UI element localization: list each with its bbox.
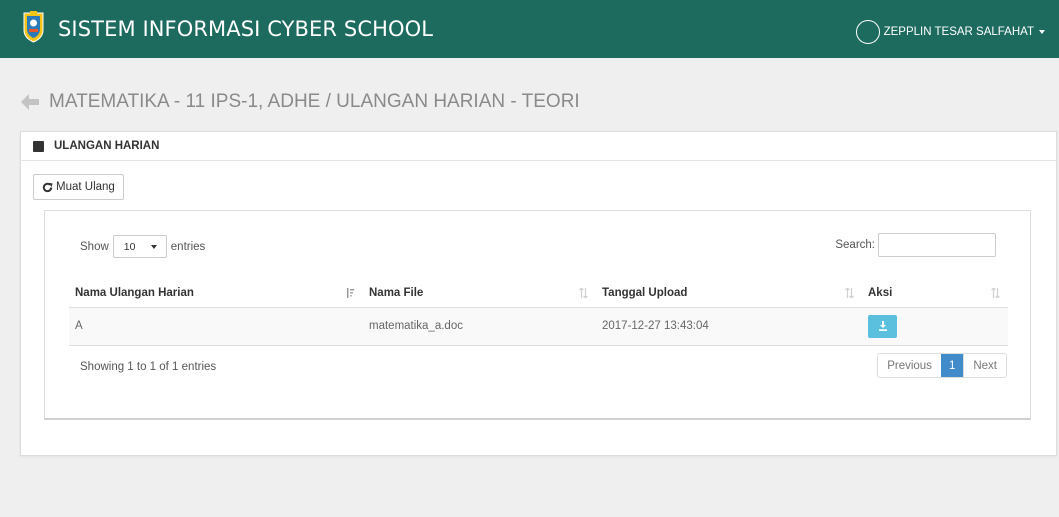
entries-select[interactable]: 10 <box>112 235 167 258</box>
search-control: Search: <box>835 233 996 257</box>
pagination-previous[interactable]: Previous <box>878 354 941 377</box>
caret-down-icon <box>1039 30 1045 34</box>
sort-both-icon <box>579 288 588 298</box>
entries-label: entries <box>170 240 206 253</box>
school-crest-icon <box>23 11 44 43</box>
column-header-nama-file[interactable]: Nama File <box>363 279 596 308</box>
sort-asc-icon <box>347 288 354 298</box>
table-row: A matematika_a.doc 2017-12-27 13:43:04 <box>69 307 1008 346</box>
length-control: Show 10 entries <box>80 235 205 258</box>
download-icon <box>878 321 887 331</box>
book-icon <box>33 140 44 152</box>
column-header-nama-ulangan[interactable]: Nama Ulangan Harian <box>69 279 363 308</box>
app-title: SISTEM INFORMASI CYBER SCHOOL <box>58 17 434 41</box>
datatable-wrapper: Show 10 entries Search: Nama Ulangan Har… <box>44 210 1031 420</box>
column-header-label: Nama Ulangan Harian <box>75 286 194 299</box>
portlet-title: ULANGAN HARIAN <box>54 140 160 152</box>
column-header-aksi[interactable]: Aksi <box>862 279 1008 308</box>
portlet-header: ULANGAN HARIAN <box>21 132 1056 161</box>
cell-nama-ulangan: A <box>69 307 363 346</box>
search-input[interactable] <box>878 233 996 257</box>
cell-aksi <box>862 307 1008 346</box>
user-menu[interactable]: ZEPPLIN TESAR SALFAHAT <box>855 20 1045 44</box>
portlet-ulangan-harian: ULANGAN HARIAN Muat Ulang Show 10 entrie… <box>20 131 1057 456</box>
top-navbar: SISTEM INFORMASI CYBER SCHOOL ZEPPLIN TE… <box>0 0 1059 58</box>
column-header-label: Nama File <box>369 286 424 299</box>
reload-button[interactable]: Muat Ulang <box>33 174 124 200</box>
arrow-left-icon[interactable] <box>20 93 40 111</box>
column-header-label: Aksi <box>868 286 893 299</box>
table-info: Showing 1 to 1 of 1 entries <box>80 361 217 373</box>
table-header-row: Nama Ulangan Harian Nama File Tanggal Up… <box>69 279 1008 308</box>
reload-label: Muat Ulang <box>56 181 115 193</box>
show-label: Show <box>80 240 109 253</box>
refresh-icon <box>42 182 53 192</box>
sort-both-icon <box>991 288 1000 298</box>
page-title: MATEMATIKA - 11 IPS-1, ADHE / ULANGAN HA… <box>49 91 580 112</box>
page-header: MATEMATIKA - 11 IPS-1, ADHE / ULANGAN HA… <box>20 90 580 114</box>
dropdown-arrow-icon <box>150 245 157 249</box>
pagination: Previous 1 Next <box>877 353 1007 378</box>
download-button[interactable] <box>868 314 897 338</box>
search-label: Search: <box>835 239 875 251</box>
pagination-page-1[interactable]: 1 <box>940 354 964 377</box>
user-name: ZEPPLIN TESAR SALFAHAT <box>883 26 1034 38</box>
cell-nama-file: matematika_a.doc <box>363 307 596 346</box>
cell-tanggal-upload: 2017-12-27 13:43:04 <box>596 307 862 346</box>
data-table: Nama Ulangan Harian Nama File Tanggal Up… <box>69 279 1008 346</box>
column-header-tanggal-upload[interactable]: Tanggal Upload <box>596 279 862 308</box>
entries-select-value: 10 <box>123 240 136 253</box>
avatar <box>855 20 880 44</box>
sort-both-icon <box>845 288 854 298</box>
pagination-next[interactable]: Next <box>963 354 1006 377</box>
column-header-label: Tanggal Upload <box>602 286 688 299</box>
